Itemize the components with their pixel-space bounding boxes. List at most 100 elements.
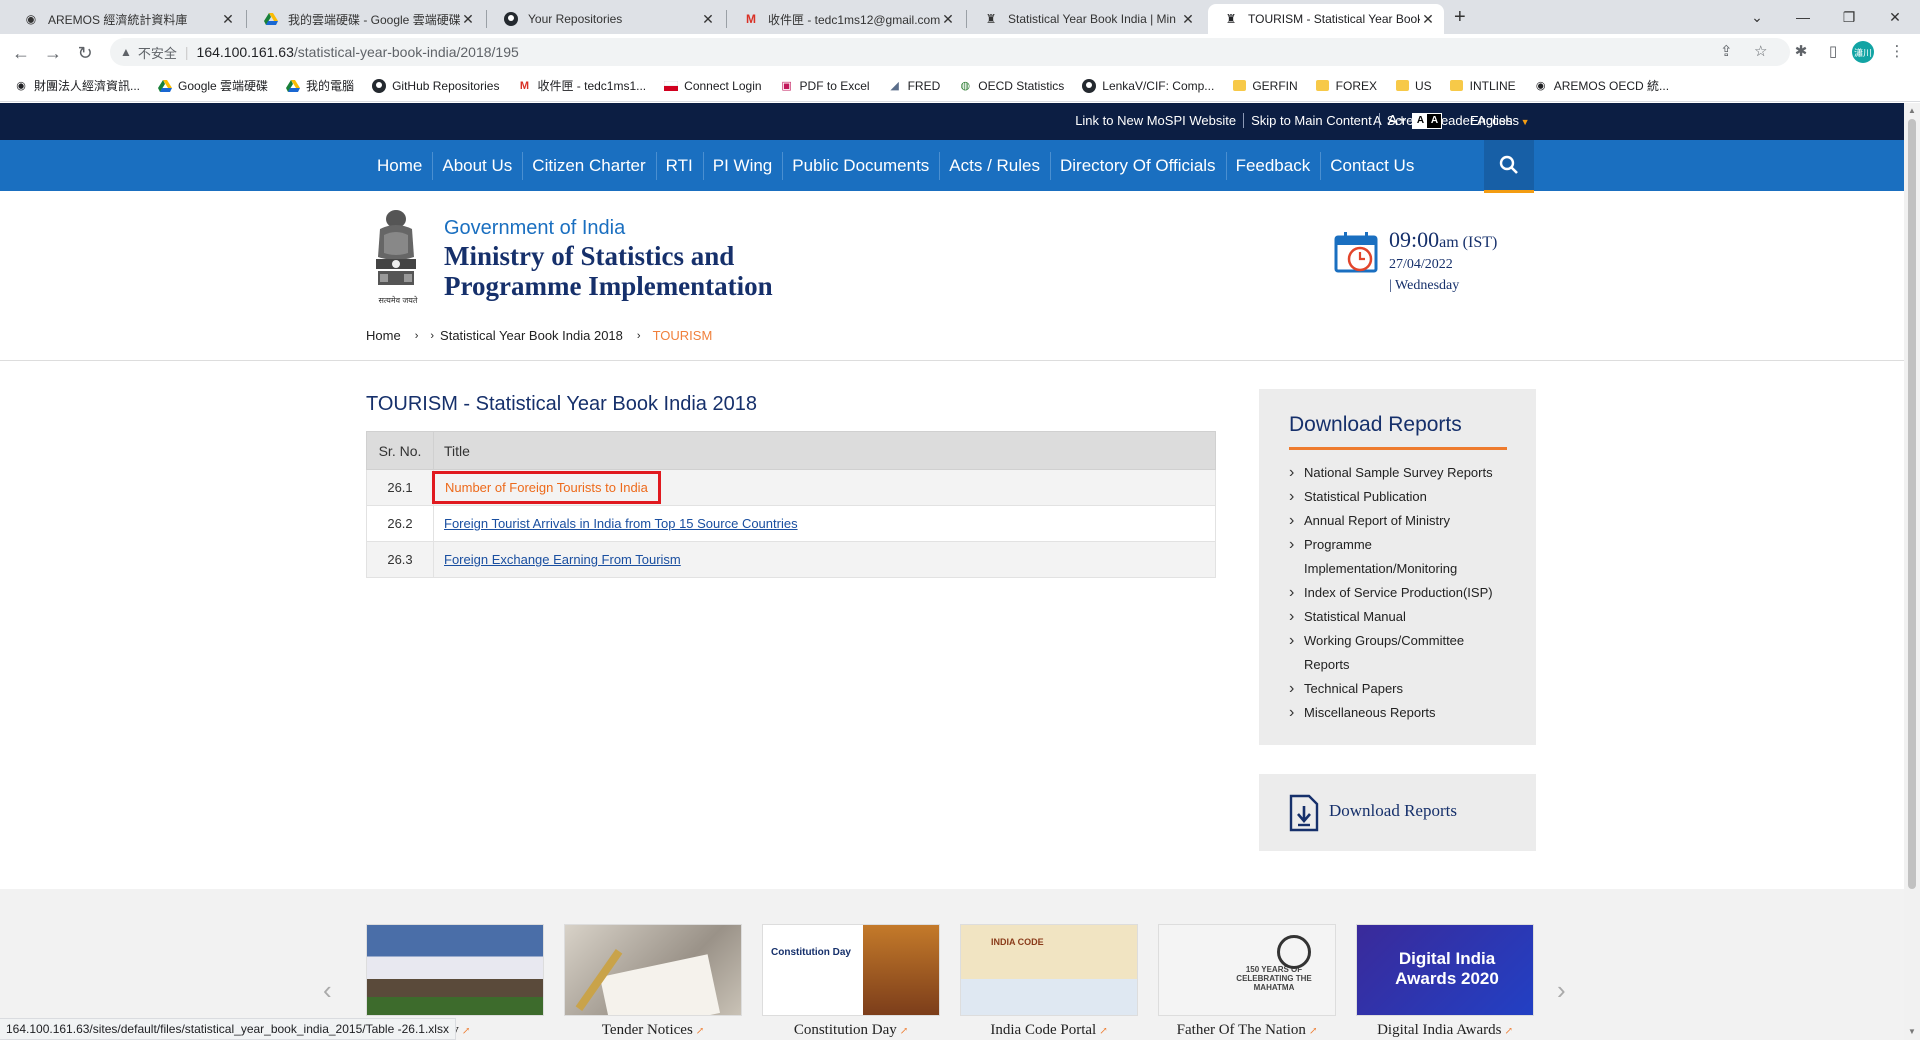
row-title-link[interactable]: Foreign Tourist Arrivals in India from T… (444, 516, 798, 531)
sidebar-item-statistical-manual[interactable]: Statistical Manual (1289, 605, 1509, 629)
bookmark-folder[interactable]: GERFIN (1232, 79, 1298, 93)
sidebar-list: National Sample Survey Reports Statistic… (1289, 461, 1509, 725)
scroll-up-icon[interactable]: ▲ (1908, 106, 1916, 115)
browser-tab[interactable]: 我的雲端硬碟 - Google 雲端硬碟 ✕ (248, 4, 484, 34)
carousel-card[interactable]: Tender Notices ↗ (564, 924, 742, 1039)
carousel-card[interactable]: INDIA CODE India Code Portal ↗ (960, 924, 1138, 1039)
tab-search-icon[interactable]: ⌄ (1734, 0, 1780, 34)
row-title-link[interactable]: Number of Foreign Tourists to India (432, 471, 661, 504)
chart-icon: ◢ (890, 80, 899, 92)
carousel-card[interactable]: Constitution Day Constitution Day ↗ (762, 924, 940, 1039)
bookmark[interactable]: ◉ 財團法人經濟資訊... (14, 77, 140, 94)
nav-rti[interactable]: RTI (655, 140, 703, 191)
national-emblem-logo[interactable] (366, 207, 426, 307)
carousel-prev-button[interactable]: ‹ (323, 975, 332, 1006)
nav-about-us[interactable]: About Us (432, 140, 522, 191)
close-tab-icon[interactable]: ✕ (700, 11, 716, 28)
breadcrumb: Home › › Statistical Year Book India 201… (366, 328, 712, 343)
browser-tab[interactable]: ♜ Statistical Year Book India | Min ✕ (968, 4, 1204, 34)
bookmark[interactable]: M 收件匣 - tedc1ms1... (517, 77, 646, 94)
bookmark[interactable]: ◍ OECD Statistics (958, 79, 1064, 93)
browser-tab-active[interactable]: ♜ TOURISM - Statistical Year Book ✕ (1208, 4, 1444, 34)
breadcrumb-current: TOURISM (652, 328, 713, 343)
bookmark[interactable]: ▣ PDF to Excel (780, 79, 869, 93)
bookmark[interactable]: GitHub Repositories (372, 78, 499, 93)
font-larger-button[interactable]: A+ (1388, 112, 1407, 129)
bookmark-folder[interactable]: US (1395, 79, 1432, 93)
search-button[interactable] (1484, 140, 1534, 193)
bookmark[interactable]: LenkaV/CIF: Comp... (1082, 78, 1214, 93)
share-icon[interactable]: ⇪ (1720, 42, 1733, 60)
nav-public-documents[interactable]: Public Documents (782, 140, 939, 191)
extensions-icon[interactable]: ✱ (1790, 40, 1812, 62)
ministry-title[interactable]: Ministry of Statistics and Programme Imp… (444, 241, 773, 301)
carousel-image: 150 YEARS OF CELEBRATING THE MAHATMA (1158, 924, 1336, 1016)
browser-tab[interactable]: ◉ AREMOS 經濟統計資料庫 ✕ (8, 4, 244, 34)
carousel-card[interactable]: Digital India Awards 2020 Digital India … (1356, 924, 1534, 1039)
address-bar[interactable]: ▲ 不安全 | 164.100.161.63/statistical-year-… (110, 38, 1790, 66)
close-window-button[interactable]: ✕ (1872, 0, 1918, 34)
browser-tab[interactable]: Your Repositories ✕ (488, 4, 724, 34)
browser-tab[interactable]: M 收件匣 - tedc1ms12@gmail.com ✕ (728, 4, 964, 34)
font-normal-button[interactable]: A (1373, 113, 1382, 128)
folder-icon (1395, 79, 1409, 93)
bookmark[interactable]: ◉ AREMOS OECD 統... (1534, 77, 1669, 94)
sidebar-item-annual-report[interactable]: Annual Report of Ministry (1289, 509, 1509, 533)
sidebar-item-working-groups[interactable]: Working Groups/Committee Reports (1289, 629, 1509, 677)
breadcrumb-yearbook[interactable]: Statistical Year Book India 2018 (440, 328, 623, 343)
table-row: 26.1 Number of Foreign Tourists to India (366, 469, 1216, 506)
close-tab-icon[interactable]: ✕ (1180, 11, 1196, 28)
breadcrumb-home[interactable]: Home (366, 328, 401, 343)
sidebar-item-statistical-publication[interactable]: Statistical Publication (1289, 485, 1509, 509)
carousel-next-button[interactable]: › (1557, 975, 1566, 1006)
scrollbar-thumb[interactable] (1908, 119, 1916, 889)
new-tab-button[interactable]: + (1454, 6, 1466, 29)
new-mospi-link[interactable]: Link to New MoSPI Website (1068, 113, 1243, 128)
back-button[interactable]: ← (8, 40, 34, 66)
bookmark-folder[interactable]: INTLINE (1450, 79, 1516, 93)
row-title-link[interactable]: Foreign Exchange Earning From Tourism (444, 552, 681, 567)
sidebar-item-programme-implementation[interactable]: Programme Implementation/Monitoring (1289, 533, 1509, 581)
nav-directory-of-officials[interactable]: Directory Of Officials (1050, 140, 1226, 191)
close-tab-icon[interactable]: ✕ (220, 11, 236, 28)
table-row: 26.3 Foreign Exchange Earning From Touri… (366, 541, 1216, 578)
bookmark[interactable]: Google 雲端硬碟 (158, 77, 268, 94)
page-scrollbar[interactable]: ▲ ▼ (1904, 103, 1920, 1040)
bookmark[interactable]: 我的電腦 (286, 77, 354, 94)
sidebar-item-technical-papers[interactable]: Technical Papers (1289, 677, 1509, 701)
bookmark[interactable]: Connect Login (664, 79, 762, 93)
nav-citizen-charter[interactable]: Citizen Charter (522, 140, 655, 191)
nav-acts-rules[interactable]: Acts / Rules (939, 140, 1050, 191)
nav-feedback[interactable]: Feedback (1225, 140, 1321, 191)
language-select[interactable]: English ▼ (1470, 113, 1530, 128)
minimize-button[interactable]: — (1780, 0, 1826, 34)
close-tab-icon[interactable]: ✕ (460, 11, 476, 28)
restore-button[interactable]: ❐ (1826, 0, 1872, 34)
bookmark-star-icon[interactable]: ☆ (1754, 42, 1767, 60)
side-panel-icon[interactable]: ▯ (1822, 40, 1844, 62)
sidebar-item-nss-reports[interactable]: National Sample Survey Reports (1289, 461, 1509, 485)
contrast-toggle[interactable]: AA (1412, 112, 1443, 129)
sidebar-item-isp[interactable]: Index of Service Production(ISP) (1289, 581, 1509, 605)
forward-button[interactable]: → (40, 40, 66, 66)
download-reports-box[interactable]: Download Reports (1259, 774, 1536, 851)
carousel-card[interactable]: 150 YEARS OF CELEBRATING THE MAHATMA Fat… (1158, 924, 1336, 1039)
bookmark-folder[interactable]: FOREX (1316, 79, 1377, 93)
reload-button[interactable]: ↻ (72, 40, 98, 66)
chevron-right-icon: › (636, 329, 641, 342)
column-header-sr-no: Sr. No. (366, 431, 434, 470)
profile-avatar[interactable]: 瀟川 (1852, 41, 1874, 63)
menu-icon[interactable]: ⋮ (1886, 40, 1908, 62)
skip-to-main-link[interactable]: Skip to Main Content (1243, 113, 1379, 128)
bookmark[interactable]: ◢ FRED (888, 79, 940, 93)
close-tab-icon[interactable]: ✕ (940, 11, 956, 28)
nav-pi-wing[interactable]: PI Wing (702, 140, 783, 191)
github-icon (372, 78, 387, 93)
close-tab-icon[interactable]: ✕ (1420, 11, 1436, 28)
page-viewport: Link to New MoSPI Website Skip to Main C… (0, 103, 1904, 1040)
sidebar-item-misc-reports[interactable]: Miscellaneous Reports (1289, 701, 1509, 725)
nav-contact-us[interactable]: Contact Us (1320, 140, 1424, 191)
scroll-down-icon[interactable]: ▼ (1908, 1027, 1916, 1036)
oecd-icon: ◍ (960, 80, 971, 92)
nav-home[interactable]: Home (367, 140, 432, 191)
